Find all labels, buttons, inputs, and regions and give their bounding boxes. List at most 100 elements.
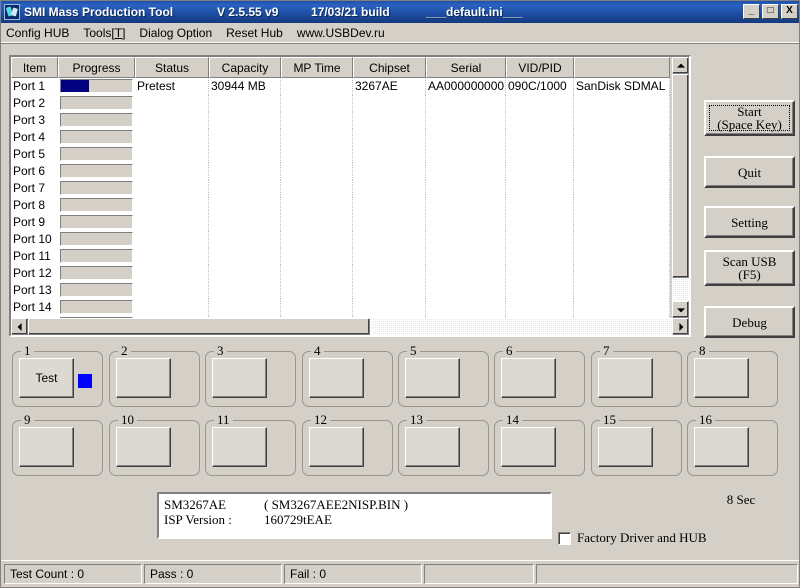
- port-slot-panel[interactable]: [694, 427, 749, 467]
- minimize-icon[interactable]: _: [743, 4, 760, 19]
- port-slot-panel[interactable]: [212, 427, 267, 467]
- port-slot-13[interactable]: 13: [398, 413, 489, 476]
- debug-button[interactable]: Debug: [704, 306, 795, 338]
- port-slot-panel[interactable]: [598, 358, 653, 398]
- port-slot-3[interactable]: 3: [205, 344, 296, 407]
- port-slot-5[interactable]: 5: [398, 344, 489, 407]
- port-slot-2[interactable]: 2: [109, 344, 200, 407]
- port-slot-panel[interactable]: [116, 427, 171, 467]
- port-list-view[interactable]: Item Progress Status Capacity MP Time Chipset…: [9, 55, 691, 337]
- cell-chipset: [353, 214, 426, 231]
- menu-item-dialog-option[interactable]: Dialog Option: [139, 26, 212, 40]
- vertical-scroll-track[interactable]: [672, 74, 689, 301]
- cell-item: Port 6: [13, 164, 46, 178]
- port-slot-11[interactable]: 11: [205, 413, 296, 476]
- port-slot-panel[interactable]: [116, 358, 171, 398]
- port-slot-panel[interactable]: [694, 358, 749, 398]
- port-slot-1[interactable]: 1 Test: [12, 344, 103, 407]
- cell-mp_time: [281, 248, 353, 265]
- column-header-chipset[interactable]: Chipset: [353, 57, 426, 78]
- port-slot-panel[interactable]: [405, 358, 460, 398]
- scroll-down-button[interactable]: [672, 301, 689, 318]
- port-slot-panel[interactable]: [309, 358, 364, 398]
- table-row[interactable]: Port 2: [11, 95, 670, 112]
- table-row[interactable]: Port 12: [11, 265, 670, 282]
- cell-chipset: [353, 248, 426, 265]
- horizontal-scroll-thumb[interactable]: [28, 318, 370, 335]
- port-slot-number: 11: [214, 413, 233, 426]
- progress-cell: [58, 112, 135, 129]
- port-slot-9[interactable]: 9: [12, 413, 103, 476]
- port-slot-panel[interactable]: [598, 427, 653, 467]
- list-rows[interactable]: Port 1 Pretest 30944 MB 3267AE AA000000000 09…: [11, 78, 670, 318]
- menu-item-www-usbdev-ru[interactable]: www.USBDev.ru: [297, 26, 385, 40]
- port-slot-panel[interactable]: [501, 427, 556, 467]
- menu-item-reset-hub[interactable]: Reset Hub: [226, 26, 283, 40]
- port-slot-panel[interactable]: [405, 427, 460, 467]
- vertical-scrollbar[interactable]: [672, 57, 689, 318]
- window-ini-name: ___default.ini___: [426, 5, 523, 19]
- cell-device: [574, 112, 670, 129]
- scroll-right-button[interactable]: [672, 318, 689, 335]
- table-row[interactable]: Port 5: [11, 146, 670, 163]
- column-header-progress[interactable]: Progress: [58, 57, 135, 78]
- quit-button[interactable]: Quit: [704, 156, 795, 188]
- port-slot-number: 3: [214, 344, 227, 357]
- port-slot-4[interactable]: 4: [302, 344, 393, 407]
- port-slot-16[interactable]: 16: [687, 413, 778, 476]
- port-slot-15[interactable]: 15: [591, 413, 682, 476]
- port-slot-7[interactable]: 7: [591, 344, 682, 407]
- start-button-sublabel: (Space Key): [717, 117, 782, 132]
- port-slot-14[interactable]: 14: [494, 413, 585, 476]
- column-header-status[interactable]: Status: [135, 57, 209, 78]
- vertical-scroll-thumb[interactable]: [672, 74, 689, 278]
- table-row[interactable]: Port 8: [11, 197, 670, 214]
- scan-usb-button[interactable]: Scan USB (F5): [704, 250, 795, 286]
- cell-status: [135, 112, 209, 129]
- column-header-item[interactable]: Item: [11, 57, 58, 78]
- table-row[interactable]: Port 7: [11, 180, 670, 197]
- port-slot-panel[interactable]: [501, 358, 556, 398]
- column-header-vid-pid[interactable]: VID/PID: [506, 57, 574, 78]
- port-slot-6[interactable]: 6: [494, 344, 585, 407]
- factory-driver-checkbox[interactable]: [558, 531, 571, 545]
- setting-button[interactable]: Setting: [704, 206, 795, 238]
- cell-status: [135, 299, 209, 316]
- port-slot-panel[interactable]: [19, 427, 74, 467]
- start-button[interactable]: Start (Space Key): [704, 100, 795, 136]
- table-row[interactable]: Port 6: [11, 163, 670, 180]
- table-row[interactable]: Port 11: [11, 248, 670, 265]
- scroll-left-button[interactable]: [11, 318, 28, 335]
- maximize-icon[interactable]: □: [762, 4, 779, 19]
- table-row[interactable]: Port 3: [11, 112, 670, 129]
- column-header-serial[interactable]: Serial: [426, 57, 506, 78]
- port-slot-panel[interactable]: [309, 427, 364, 467]
- cell-serial: [426, 146, 506, 163]
- close-icon[interactable]: X: [781, 4, 798, 19]
- table-row[interactable]: Port 14: [11, 299, 670, 316]
- column-header-capacity[interactable]: Capacity: [209, 57, 281, 78]
- cell-item: Port 14: [13, 300, 52, 314]
- cell-device: [574, 265, 670, 282]
- port-slot-panel[interactable]: Test: [19, 358, 74, 398]
- menu-item-config-hub[interactable]: Config HUB: [6, 26, 69, 40]
- port-slot-panel[interactable]: [212, 358, 267, 398]
- cell-vidpid: [506, 95, 574, 112]
- cell-serial: [426, 214, 506, 231]
- table-row[interactable]: Port 1 Pretest 30944 MB 3267AE AA000000000 09…: [11, 78, 670, 95]
- horizontal-scrollbar[interactable]: [11, 318, 689, 335]
- scroll-up-button[interactable]: [672, 57, 689, 74]
- column-header-mp-time[interactable]: MP Time: [281, 57, 353, 78]
- port-slot-8[interactable]: 8: [687, 344, 778, 407]
- table-row[interactable]: Port 4: [11, 129, 670, 146]
- column-header-blank[interactable]: [574, 57, 670, 78]
- port-slot-12[interactable]: 12: [302, 413, 393, 476]
- progress-cell: [58, 282, 135, 299]
- port-slot-10[interactable]: 10: [109, 413, 200, 476]
- horizontal-scroll-track[interactable]: [28, 318, 672, 335]
- menu-item-tools-t[interactable]: Tools[T]: [83, 26, 125, 40]
- table-row[interactable]: Port 13: [11, 282, 670, 299]
- factory-driver-checkbox-row[interactable]: Factory Driver and HUB: [558, 530, 707, 546]
- table-row[interactable]: Port 10: [11, 231, 670, 248]
- table-row[interactable]: Port 9: [11, 214, 670, 231]
